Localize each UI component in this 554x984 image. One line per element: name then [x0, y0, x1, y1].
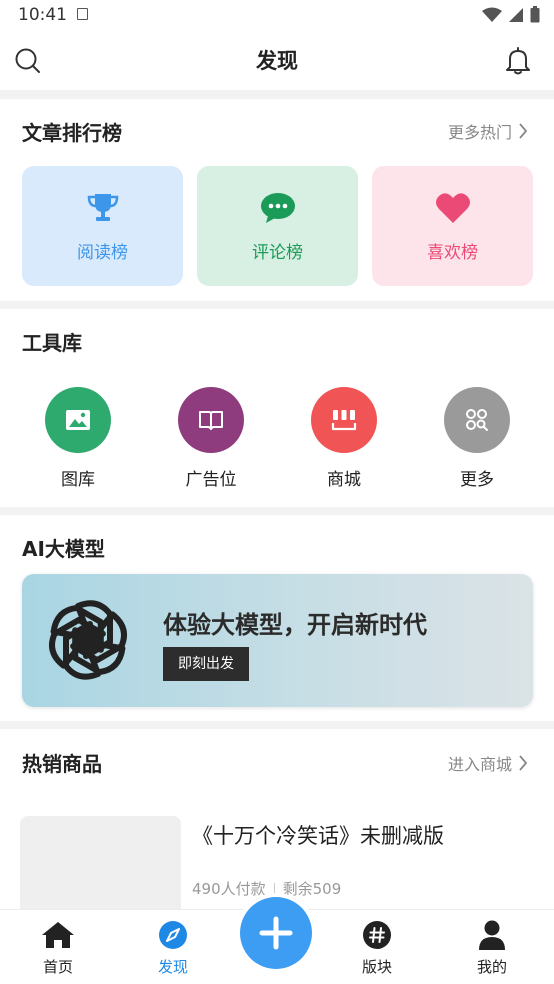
product-paid-count: 490人付款 [192, 880, 266, 898]
tool-ad-slot[interactable]: 广告位 [161, 387, 261, 490]
rank-tile-like[interactable]: 喜欢榜 [372, 166, 533, 286]
ai-title: AI大模型 [22, 537, 105, 561]
rank-tile-read[interactable]: 阅读榜 [22, 166, 183, 286]
products-title: 热销商品 [22, 752, 102, 776]
home-icon [42, 922, 74, 948]
rank-tile-comment[interactable]: 评论榜 [197, 166, 358, 286]
ranking-more-label: 更多热门 [447, 123, 512, 142]
tool-gallery[interactable]: 图库 [28, 387, 128, 490]
rank-tile-label: 评论榜 [252, 243, 303, 263]
tool-label: 商城 [327, 470, 361, 490]
nav-label: 发现 [157, 958, 188, 976]
rank-tile-label: 阅读榜 [77, 243, 128, 263]
chevron-right-icon [519, 755, 528, 771]
plus-icon [259, 916, 293, 950]
comment-icon [260, 193, 295, 223]
product-title[interactable]: 《十万个冷笑话》未删减版 [192, 820, 444, 850]
nav-label: 版块 [361, 958, 392, 976]
compass-icon [159, 921, 187, 949]
chevron-right-icon [519, 123, 528, 139]
add-post-button[interactable] [236, 893, 316, 973]
tool-label: 更多 [460, 470, 494, 490]
bell-icon[interactable] [504, 46, 532, 76]
tool-label: 广告位 [185, 470, 237, 490]
rank-tile-label: 喜欢榜 [427, 243, 478, 263]
battery-icon [530, 6, 540, 23]
store-icon [331, 410, 357, 431]
hashtag-icon [363, 921, 391, 949]
products-more-link[interactable]: 进入商城 [448, 751, 528, 775]
banner-headline: 体验大模型，开启新时代 [163, 611, 427, 639]
ranking-more-link[interactable]: 更多热门 [448, 119, 528, 143]
nav-profile[interactable]: 我的 [452, 920, 532, 977]
apps-icon [466, 409, 488, 431]
banner-start-button[interactable]: 即刻出发 [163, 647, 249, 681]
heart-icon [435, 193, 470, 223]
wifi-icon [482, 7, 502, 22]
sim-icon [77, 8, 88, 20]
image-icon [66, 410, 90, 430]
nav-boards[interactable]: 版块 [337, 920, 417, 977]
book-icon [199, 411, 223, 430]
ranking-title: 文章排行榜 [22, 121, 122, 145]
tool-store[interactable]: 商城 [294, 387, 394, 490]
trophy-icon [87, 194, 118, 221]
status-time: 10:41 [18, 5, 67, 25]
nav-home[interactable]: 首页 [18, 920, 98, 977]
nav-label: 首页 [42, 958, 73, 976]
user-icon [479, 920, 505, 950]
ai-banner[interactable]: 体验大模型，开启新时代 即刻出发 [22, 574, 533, 707]
page-title: 发现 [256, 49, 298, 73]
nav-discover[interactable]: 发现 [133, 920, 213, 977]
products-more-label: 进入商城 [447, 755, 512, 774]
status-bar: 10:41 [0, 0, 554, 32]
openai-logo-icon [49, 600, 127, 680]
tool-more[interactable]: 更多 [427, 387, 527, 490]
nav-label: 我的 [476, 958, 507, 976]
signal-icon [509, 7, 523, 22]
tools-title: 工具库 [22, 331, 82, 355]
top-bar: 发现 [0, 32, 554, 90]
status-icons [482, 6, 540, 23]
tool-label: 图库 [61, 470, 95, 490]
